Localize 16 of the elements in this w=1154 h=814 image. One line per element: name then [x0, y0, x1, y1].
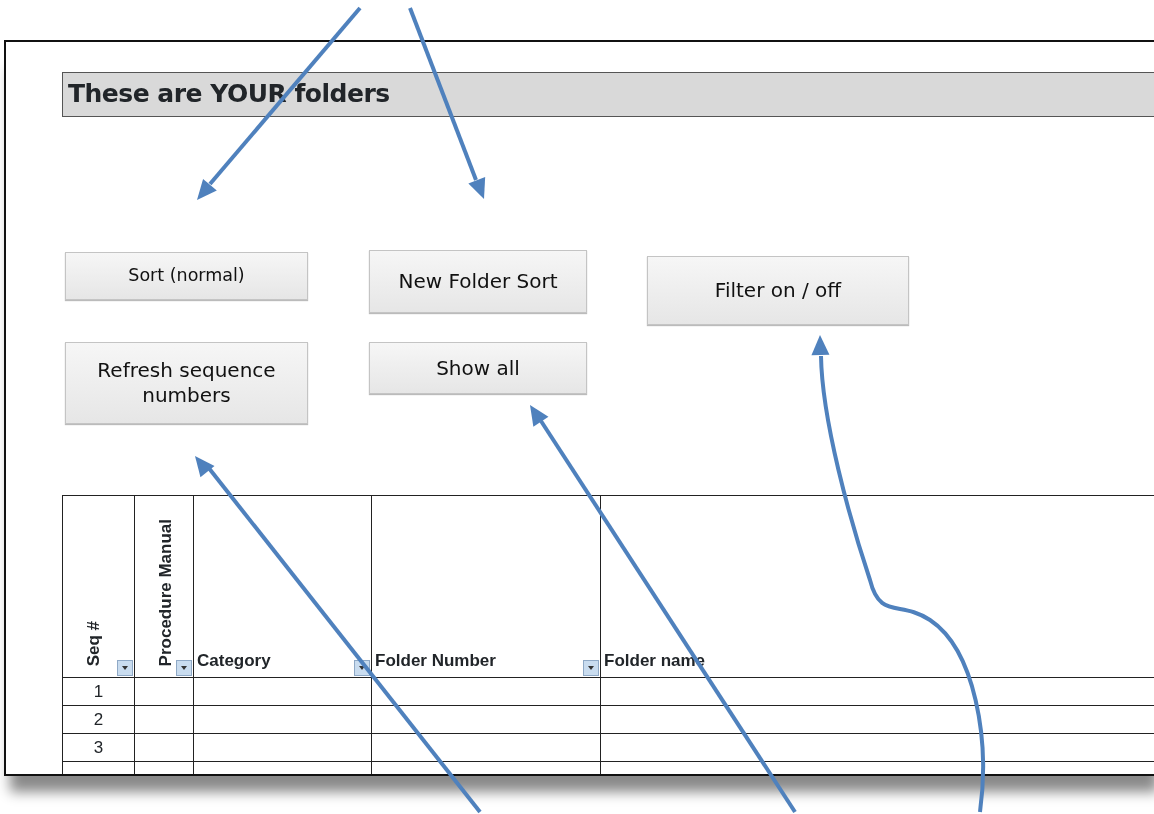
macro-button[interactable]: Refresh sequence numbers [65, 342, 308, 424]
sheet-title: These are YOUR folders [62, 72, 1154, 117]
column-header: Seq # [83, 621, 104, 667]
row-number: 3 [93, 737, 104, 757]
filter-dropdown-icon[interactable] [583, 660, 599, 676]
macro-button[interactable]: Sort (normal) [65, 252, 308, 300]
column-header: Procedure Manual [155, 519, 176, 667]
column-header: Folder Number [375, 649, 496, 672]
column-header: Category [197, 649, 271, 672]
row-number: 2 [93, 709, 104, 729]
macro-button[interactable]: New Folder Sort [369, 250, 587, 313]
filter-dropdown-icon[interactable] [176, 660, 192, 676]
macro-button[interactable]: Show all [369, 342, 587, 394]
filter-dropdown-icon[interactable] [117, 660, 133, 676]
row-number: 1 [93, 681, 104, 701]
macro-button[interactable]: Filter on / off [647, 256, 909, 325]
